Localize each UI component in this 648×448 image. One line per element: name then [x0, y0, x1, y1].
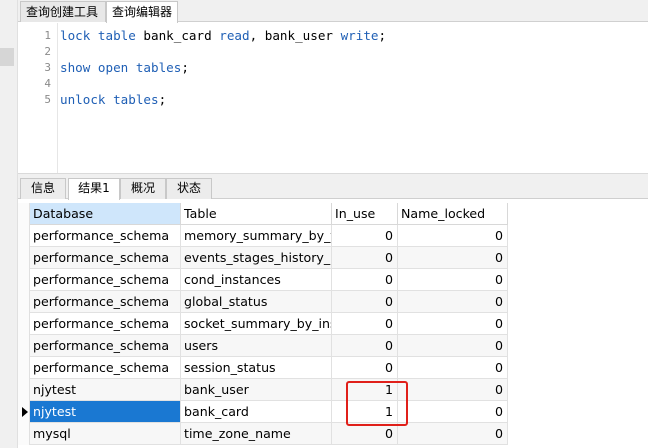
- table-cell[interactable]: 0: [332, 357, 398, 379]
- sql-identifier: ;: [378, 28, 387, 43]
- tab-info[interactable]: 信息: [20, 178, 66, 199]
- table-cell[interactable]: performance_schema: [30, 313, 181, 335]
- table-cell[interactable]: 0: [332, 269, 398, 291]
- table-cell[interactable]: users: [181, 335, 332, 357]
- row-indicator[interactable]: [18, 247, 30, 269]
- left-panel-marker: [0, 48, 14, 66]
- line-number: 3: [44, 61, 51, 74]
- line-number-gutter: 1 2 3 4 5: [18, 23, 58, 173]
- table-cell[interactable]: mysql: [30, 423, 181, 445]
- current-row-indicator[interactable]: [18, 401, 30, 423]
- table-cell[interactable]: 0: [332, 335, 398, 357]
- sql-identifier: bank_card: [135, 28, 220, 43]
- sql-keyword: lock table: [60, 28, 136, 43]
- row-indicator[interactable]: [18, 335, 30, 357]
- table-cell[interactable]: bank_user: [181, 379, 332, 401]
- table-cell[interactable]: 0: [398, 269, 508, 291]
- header-row-indicator: [18, 203, 30, 225]
- table-cell[interactable]: 0: [398, 247, 508, 269]
- table-cell[interactable]: session_status: [181, 357, 332, 379]
- row-indicator[interactable]: [18, 269, 30, 291]
- sql-keyword: show open tables: [60, 60, 182, 75]
- table-cell[interactable]: njytest: [30, 379, 181, 401]
- result-tab-bar: 信息 结果1 概况 状态: [18, 177, 648, 200]
- tab-query-builder[interactable]: 查询创建工具: [20, 1, 106, 22]
- row-indicator[interactable]: [18, 291, 30, 313]
- line-number: 5: [44, 93, 51, 106]
- table-cell[interactable]: cond_instances: [181, 269, 332, 291]
- editor-tab-bar: 查询创建工具 查询编辑器: [18, 0, 648, 23]
- table-cell[interactable]: performance_schema: [30, 247, 181, 269]
- tab-status[interactable]: 状态: [166, 178, 212, 199]
- line-number: 1: [44, 29, 51, 42]
- header-database[interactable]: Database: [30, 203, 181, 225]
- table-cell[interactable]: 0: [398, 357, 508, 379]
- row-indicator[interactable]: [18, 225, 30, 247]
- table-cell[interactable]: 0: [398, 313, 508, 335]
- row-indicator[interactable]: [18, 423, 30, 445]
- table-cell[interactable]: njytest: [30, 401, 181, 423]
- sql-identifier: , bank_user: [249, 28, 341, 43]
- table-cell[interactable]: socket_summary_by_insta: [181, 313, 332, 335]
- table-cell[interactable]: 0: [332, 423, 398, 445]
- header-in-use[interactable]: In_use: [332, 203, 398, 225]
- table-cell[interactable]: 0: [398, 401, 508, 423]
- table-cell[interactable]: time_zone_name: [181, 423, 332, 445]
- line-number: 4: [44, 77, 51, 90]
- table-cell[interactable]: performance_schema: [30, 357, 181, 379]
- table-cell[interactable]: 0: [332, 225, 398, 247]
- sql-identifier: ;: [158, 92, 167, 107]
- table-cell[interactable]: 0: [398, 225, 508, 247]
- tab-query-editor[interactable]: 查询编辑器: [106, 1, 178, 23]
- table-cell[interactable]: 0: [332, 291, 398, 313]
- header-name-locked[interactable]: Name_locked: [398, 203, 508, 225]
- header-table[interactable]: Table: [181, 203, 332, 225]
- row-indicator[interactable]: [18, 379, 30, 401]
- table-cell[interactable]: 0: [398, 335, 508, 357]
- left-panel-strip: [0, 0, 18, 448]
- row-indicator[interactable]: [18, 357, 30, 379]
- sql-keyword: read: [219, 28, 250, 43]
- table-cell[interactable]: global_status: [181, 291, 332, 313]
- table-cell[interactable]: performance_schema: [30, 291, 181, 313]
- line-number: 2: [44, 45, 51, 58]
- table-cell[interactable]: performance_schema: [30, 269, 181, 291]
- code-line: lock table bank_card read, bank_user wri…: [60, 28, 386, 43]
- sql-editor[interactable]: 1 2 3 4 5 lock table bank_card read, bank_us…: [18, 23, 648, 173]
- row-indicator[interactable]: [18, 313, 30, 335]
- table-cell[interactable]: memory_summary_by_thre: [181, 225, 332, 247]
- table-cell[interactable]: 0: [398, 379, 508, 401]
- table-cell[interactable]: events_stages_history_lon: [181, 247, 332, 269]
- sql-keyword: write: [340, 28, 379, 43]
- table-cell[interactable]: 0: [398, 423, 508, 445]
- table-cell[interactable]: 0: [332, 247, 398, 269]
- tab-profile[interactable]: 概况: [120, 178, 166, 199]
- in-use-highlight-annotation: [346, 381, 408, 426]
- code-line: unlock tables;: [60, 92, 166, 107]
- code-line: show open tables;: [60, 60, 189, 75]
- result-grid[interactable]: Database Table In_use Name_locked performanc…: [18, 203, 648, 448]
- table-cell[interactable]: 0: [332, 313, 398, 335]
- tab-result1[interactable]: 结果1: [68, 178, 120, 200]
- sql-identifier: ;: [181, 60, 189, 75]
- table-cell[interactable]: bank_card: [181, 401, 332, 423]
- table-cell[interactable]: performance_schema: [30, 225, 181, 247]
- sql-keyword: unlock tables: [60, 92, 159, 107]
- table-cell[interactable]: 0: [398, 291, 508, 313]
- table-cell[interactable]: performance_schema: [30, 335, 181, 357]
